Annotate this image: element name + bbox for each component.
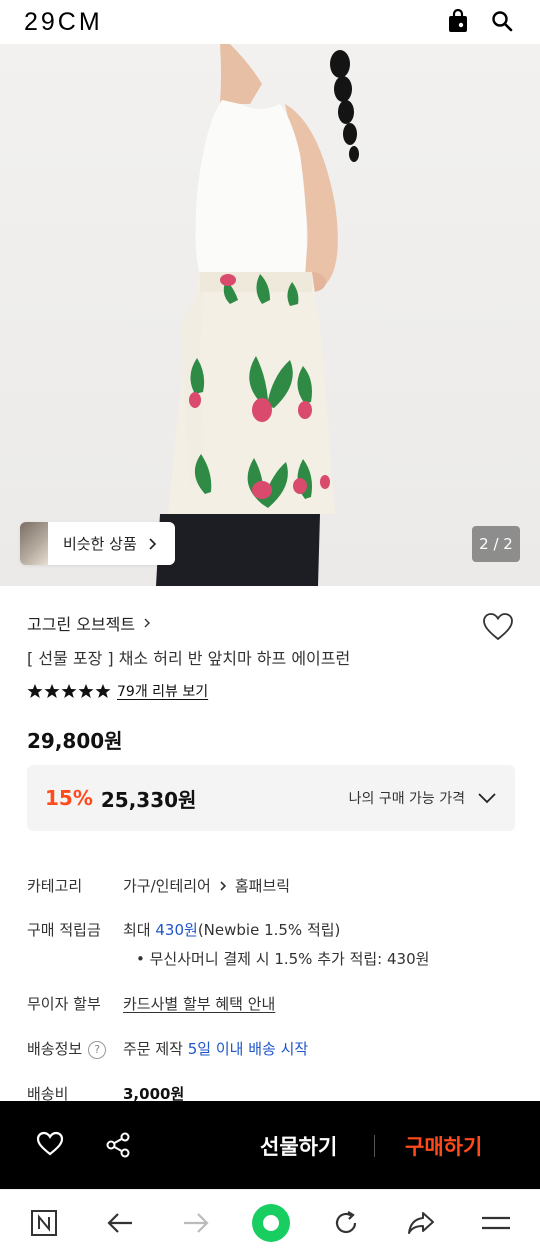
wishlist-heart-icon[interactable]: [482, 612, 514, 646]
points-prefix: 최대: [123, 921, 156, 939]
purchase-action-bar: 선물하기 구매하기: [0, 1101, 540, 1189]
naver-home-icon[interactable]: [29, 1208, 59, 1238]
installment-row: 무이자 할부 카드사별 할부 혜택 안내: [27, 993, 275, 1014]
star-icon: [27, 684, 43, 698]
top-header: 29CM: [0, 0, 540, 44]
installment-link[interactable]: 카드사별 할부 혜택 안내: [123, 993, 275, 1014]
star-icon: [78, 684, 94, 698]
menu-icon[interactable]: [481, 1208, 511, 1238]
category-label: 카테고리: [27, 877, 83, 895]
category-level-1[interactable]: 가구/인테리어: [123, 875, 211, 896]
browser-nav-bar: [0, 1189, 540, 1254]
points-suffix: (Newbie 1.5% 적립): [197, 921, 341, 939]
brand-name: 고그린 오브젝트: [27, 615, 136, 634]
points-row: 구매 적립금 최대 430원(Newbie 1.5% 적립): [27, 919, 340, 940]
heart-icon[interactable]: [36, 1131, 64, 1161]
shipping-prefix: 주문 제작: [123, 1040, 188, 1058]
review-link[interactable]: 79개 리뷰 보기: [117, 681, 208, 701]
site-logo[interactable]: 29CM: [24, 8, 103, 37]
chevron-right-icon: [144, 618, 151, 628]
gift-button[interactable]: 선물하기: [260, 1131, 337, 1161]
shipping-label-wrap: 배송정보?: [27, 1038, 123, 1059]
forward-arrow-icon[interactable]: [181, 1208, 211, 1238]
points-value: 최대 430원(Newbie 1.5% 적립): [123, 919, 340, 940]
similar-products-button[interactable]: 비슷한 상품: [20, 522, 175, 565]
category-breadcrumb[interactable]: 가구/인테리어 홈패브릭: [123, 875, 290, 896]
back-arrow-icon[interactable]: [105, 1208, 135, 1238]
chevron-right-icon: [149, 537, 156, 550]
product-photo: [156, 44, 359, 586]
my-price-label: 나의 구매 가능 가격: [348, 791, 465, 807]
shipping-label: 배송정보: [27, 1040, 83, 1058]
category-level-2[interactable]: 홈패브릭: [235, 875, 290, 896]
original-price: 29,800원: [27, 729, 123, 753]
buy-button[interactable]: 구매하기: [405, 1131, 482, 1161]
installment-label: 무이자 할부: [27, 995, 101, 1013]
category-row: 카테고리 가구/인테리어 홈패브릭: [27, 875, 290, 896]
brand-link[interactable]: 고그린 오브젝트: [27, 611, 153, 635]
green-dot-icon[interactable]: [251, 1203, 291, 1243]
star-rating: [27, 683, 111, 699]
share-icon[interactable]: [104, 1131, 132, 1163]
discount-price-box[interactable]: 15% 25,330원 나의 구매 가능 가격: [27, 765, 515, 831]
share-arrow-icon[interactable]: [406, 1208, 436, 1238]
discount-price: 25,330원: [100, 787, 197, 812]
chevron-right-icon: [220, 880, 226, 891]
shipping-row: 배송정보? 주문 제작 5일 이내 배송 시작: [27, 1038, 308, 1059]
discount-rate: 15%: [45, 786, 93, 810]
help-icon[interactable]: ?: [88, 1040, 107, 1059]
shopping-bag-icon[interactable]: [446, 9, 470, 33]
star-icon: [61, 684, 77, 698]
product-image[interactable]: 비슷한 상품 2 / 2: [0, 44, 540, 586]
star-icon: [95, 684, 111, 698]
divider: [374, 1135, 375, 1157]
star-icon: [44, 684, 60, 698]
my-price-toggle[interactable]: 나의 구매 가능 가격: [349, 788, 497, 808]
refresh-icon[interactable]: [331, 1208, 361, 1238]
similar-thumbnail: [20, 522, 48, 565]
shipping-highlight: 5일 이내 배송 시작: [187, 1040, 309, 1058]
search-icon[interactable]: [490, 9, 514, 33]
similar-products-label: 비슷한 상품: [63, 535, 137, 553]
shipping-value: 주문 제작 5일 이내 배송 시작: [123, 1038, 308, 1059]
points-sub-note: • 무신사머니 결제 시 1.5% 추가 적립: 430원: [136, 950, 430, 968]
product-title: [ 선물 포장 ] 채소 허리 반 앞치마 하프 에이프런: [27, 649, 351, 668]
rating-row: 79개 리뷰 보기: [27, 681, 208, 701]
points-label: 구매 적립금: [27, 921, 101, 939]
points-amount: 430원: [155, 921, 198, 939]
chevron-down-icon: [478, 793, 496, 804]
image-pager: 2 / 2: [472, 526, 520, 562]
